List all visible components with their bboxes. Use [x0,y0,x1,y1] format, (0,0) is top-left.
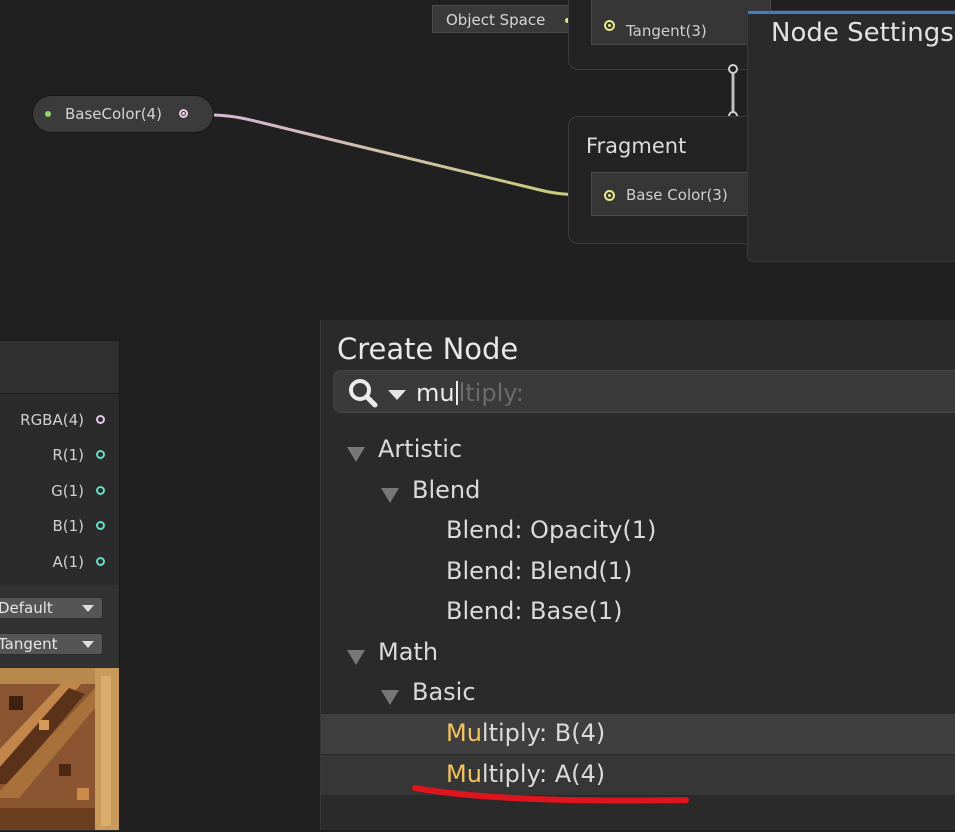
tree-item-blend-opacity[interactable]: Blend: Opacity(1) [321,511,955,551]
tree-row-rest: ltiply: B(4) [481,719,606,747]
chevron-down-icon [82,641,94,648]
fragment-title: Fragment [586,134,687,158]
tangent-port[interactable] [604,20,615,31]
fragment-stack: Fragment Base Color(3) [568,116,771,244]
b-port-icon[interactable] [96,521,105,530]
tree-row-label: Blend: Base(1) [446,597,623,625]
tree-item-blend-blend[interactable]: Blend: Blend(1) [321,552,955,592]
tree-row-label: Blend [412,476,481,504]
base-color-slot-label: Base Color(3) [626,186,728,204]
output-port-rgba[interactable]: RGBA(4) [20,411,105,429]
tree-row-label: Blend: Blend(1) [446,557,633,585]
tangent-slot[interactable]: Tangent(3) [591,0,771,45]
space-dropdown[interactable]: Tangent [0,633,103,655]
g-port-icon[interactable] [96,486,105,495]
basecolor-wire [213,113,605,197]
chevron-down-icon [82,605,94,612]
red-underline-annotation [412,785,689,804]
basecolor-property-node[interactable]: BaseColor(4) [33,96,213,132]
texture-preview-image [0,668,119,830]
expand-arrow-icon[interactable] [347,447,365,462]
output-port-b[interactable]: B(1) [52,517,105,535]
node-settings-title: Node Settings [771,18,954,48]
output-label-rgba: RGBA(4) [20,411,84,429]
tree-item-blend-base[interactable]: Blend: Base(1) [321,592,955,632]
type-dropdown[interactable]: Default [0,597,103,619]
text-caret [455,381,458,405]
a-port-icon[interactable] [96,557,105,566]
space-dropdown-value: Tangent [0,635,58,653]
tree-row-label: Math [378,638,439,666]
property-indicator-dot [45,111,51,117]
object-space-label: Object Space [446,11,546,29]
output-label-a: A(1) [52,553,84,571]
output-port-a[interactable]: A(1) [52,553,105,571]
search-input[interactable]: mu ltiply: [333,370,955,413]
tree-category-basic[interactable]: Basic [321,673,955,713]
property-output-port[interactable] [179,109,188,118]
node-settings-panel: Node Settings [747,10,955,262]
search-icon[interactable] [348,378,378,408]
object-space-input[interactable]: Object Space [432,5,582,33]
tree-row-label: Blend: Opacity(1) [446,516,657,544]
r-port-icon[interactable] [96,450,105,459]
rgba-port-icon[interactable] [96,415,105,424]
tree-category-math[interactable]: Math [321,633,955,673]
stack-link-top [728,64,738,74]
tree-category-artistic[interactable]: Artistic [321,430,955,470]
output-port-g[interactable]: G(1) [51,482,105,500]
search-field-text[interactable]: mu ltiply: [416,379,524,407]
output-port-r[interactable]: R(1) [52,446,105,464]
node-settings-accent [748,11,955,14]
expand-arrow-icon[interactable] [381,488,399,503]
search-options-dropdown-icon[interactable] [388,390,406,400]
sample-texture-node-header[interactable] [0,341,119,394]
search-typed-text: mu [416,379,455,407]
tree-item-multiply-b[interactable]: Multiply: B(4) [321,714,955,754]
sample-texture-node[interactable]: RGBA(4) R(1) G(1) B(1) A(1) Default Tang… [0,340,120,832]
base-color-port[interactable] [604,190,615,201]
tree-row-label: Basic [412,678,476,706]
output-label-r: R(1) [52,446,84,464]
create-node-panel: Create Node mu ltiply: Artistic Blend Ble… [320,320,955,830]
property-label: BaseColor(4) [65,105,162,123]
output-label-b: B(1) [52,517,84,535]
tree-category-blend[interactable]: Blend [321,471,955,511]
crate-texture-icon [0,668,119,830]
expand-arrow-icon[interactable] [381,690,399,705]
output-label-g: G(1) [51,482,84,500]
tree-row-label: Artistic [378,435,463,463]
create-node-title: Create Node [337,332,519,366]
search-autocomplete-text: ltiply: [458,379,524,407]
type-dropdown-value: Default [0,599,53,617]
vertex-stack: Tangent(3) [568,0,771,70]
expand-arrow-icon[interactable] [347,650,365,665]
tree-row-label: Multiply: B(4) [446,719,605,747]
search-match-text: Mu [446,719,482,747]
base-color-slot[interactable]: Base Color(3) [591,172,771,216]
tangent-slot-label: Tangent(3) [626,22,707,40]
